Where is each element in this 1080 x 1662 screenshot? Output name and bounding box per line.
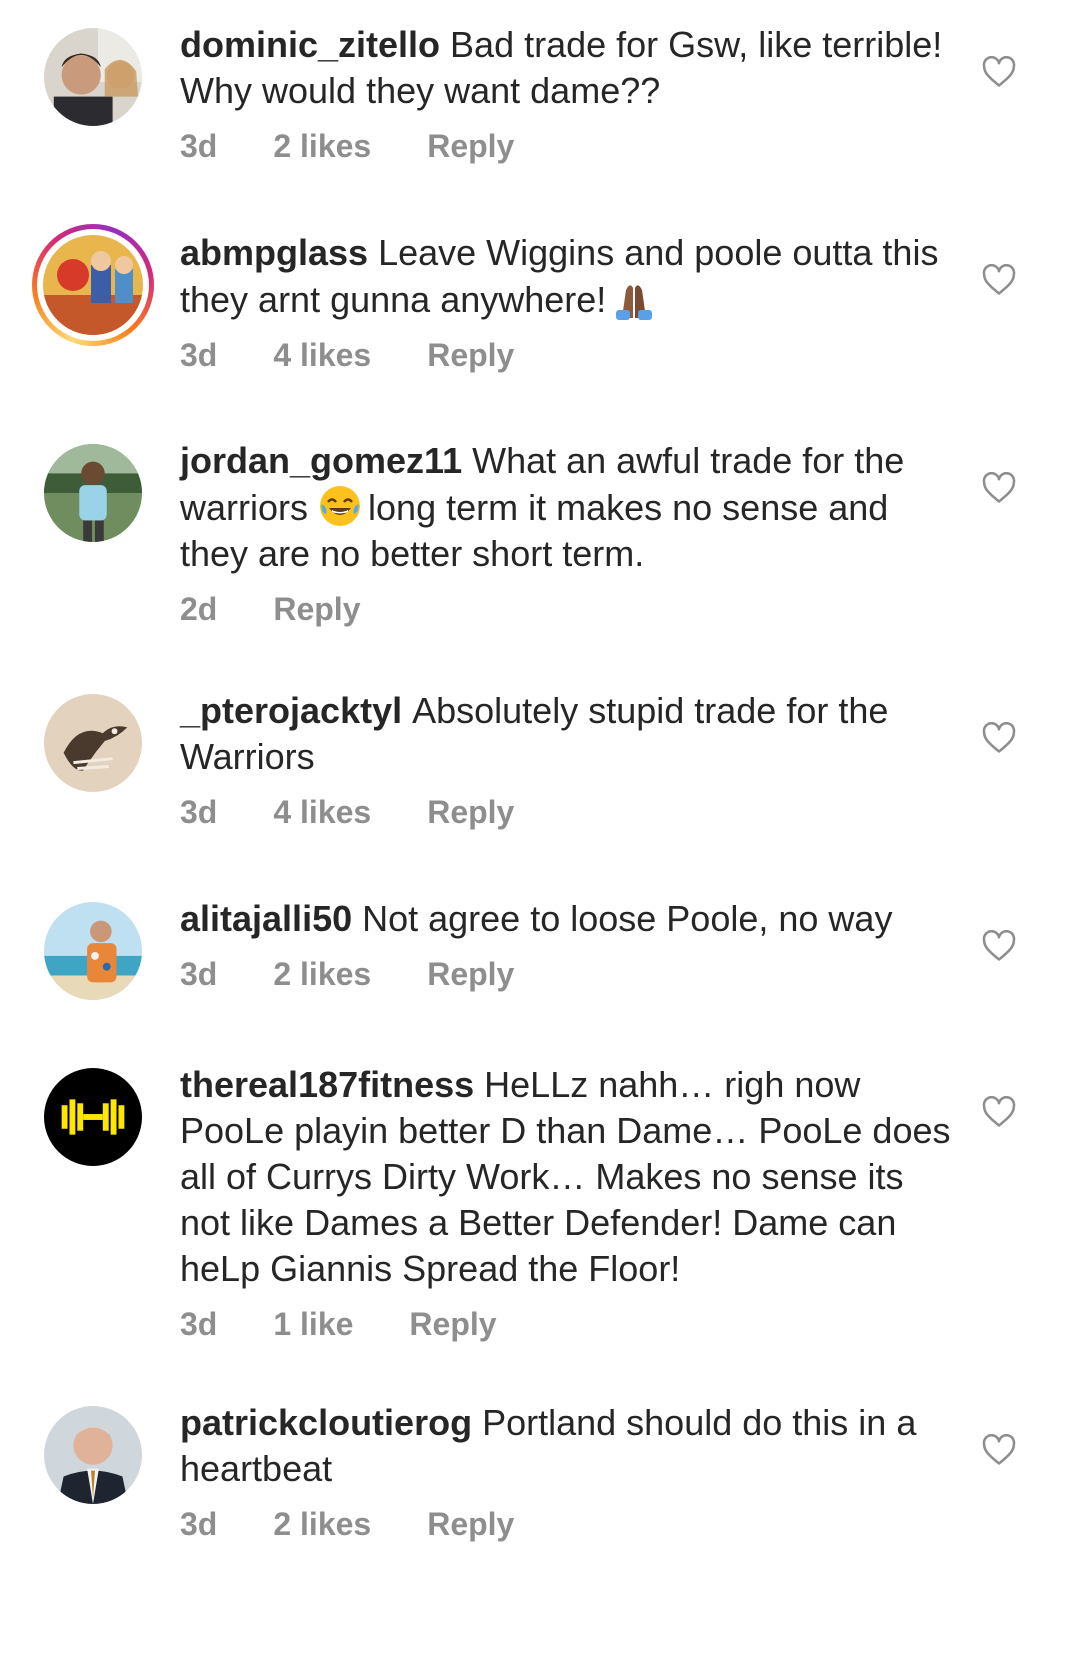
comment-username[interactable]: dominic_zitello (180, 24, 440, 65)
comment-meta: 3d 4 likes Reply (180, 794, 960, 831)
comment-text: alitajalli50 Not agree to loose Poole, no… (180, 896, 960, 942)
comment-username[interactable]: jordan_gomez11 (180, 440, 462, 481)
heart-outline-icon[interactable] (982, 55, 1016, 88)
comment-time: 3d (180, 1306, 218, 1342)
heart-outline-icon[interactable] (982, 1433, 1016, 1466)
comment-meta: 3d 1 like Reply (180, 1306, 960, 1343)
comment-username[interactable]: _pterojacktyl (180, 690, 402, 731)
reply-button[interactable]: Reply (427, 128, 514, 165)
comment-text: patrickcloutierog Portland should do this… (180, 1400, 960, 1492)
avatar[interactable] (44, 444, 142, 542)
comment-body: jordan_gomez11 What an awful trade for th… (180, 438, 960, 628)
comment-body: abmpglass Leave Wiggins and poole outta t… (180, 230, 960, 374)
comment-time: 3d (180, 337, 218, 373)
reply-button[interactable]: Reply (273, 591, 360, 628)
comment-time: 3d (180, 128, 218, 164)
avatar[interactable] (44, 1406, 142, 1504)
comment-likes[interactable]: 4 likes (273, 794, 371, 831)
comment-text: jordan_gomez11 What an awful trade for th… (180, 438, 960, 577)
comment-time: 3d (180, 794, 218, 830)
comment-likes[interactable]: 1 like (273, 1306, 353, 1343)
heart-outline-icon[interactable] (982, 1095, 1016, 1128)
comment-meta: 3d 2 likes Reply (180, 956, 960, 993)
comment-list: dominic_zitello Bad trade for Gsw, like t… (0, 0, 1080, 1662)
comment-text: dominic_zitello Bad trade for Gsw, like t… (180, 22, 960, 114)
reply-button[interactable]: Reply (427, 794, 514, 831)
comment-meta: 3d 2 likes Reply (180, 128, 960, 165)
comment-time: 3d (180, 956, 218, 992)
heart-outline-icon[interactable] (982, 471, 1016, 504)
comment-likes[interactable]: 2 likes (273, 1506, 371, 1543)
comment-body: dominic_zitello Bad trade for Gsw, like t… (180, 22, 960, 165)
avatar-story-ring[interactable] (32, 224, 154, 346)
tears-of-joy-emoji (318, 484, 362, 528)
avatar[interactable] (44, 28, 142, 126)
avatar[interactable] (44, 902, 142, 1000)
comment-username[interactable]: alitajalli50 (180, 898, 352, 939)
comment-body: patrickcloutierog Portland should do this… (180, 1400, 960, 1543)
reply-button[interactable]: Reply (409, 1306, 496, 1343)
heart-outline-icon[interactable] (982, 721, 1016, 754)
reply-button[interactable]: Reply (427, 1506, 514, 1543)
comment-body: thereal187fitness HeLLz nahh… righ now Po… (180, 1062, 960, 1343)
comment-likes[interactable]: 2 likes (273, 956, 371, 993)
avatar[interactable] (44, 1068, 142, 1166)
comment-likes[interactable]: 4 likes (273, 337, 371, 374)
comment-text: thereal187fitness HeLLz nahh… righ now Po… (180, 1062, 960, 1292)
comment-time: 2d (180, 591, 218, 627)
reply-button[interactable]: Reply (427, 337, 514, 374)
reply-button[interactable]: Reply (427, 956, 514, 993)
comment-username[interactable]: patrickcloutierog (180, 1402, 472, 1443)
comment-content: Not agree to loose Poole, no way (362, 898, 893, 939)
comment-meta: 3d 2 likes Reply (180, 1506, 960, 1543)
comment-username[interactable]: thereal187fitness (180, 1064, 474, 1105)
heart-outline-icon[interactable] (982, 929, 1016, 962)
comment-text: _pterojacktyl Absolutely stupid trade for… (180, 688, 960, 780)
heart-outline-icon[interactable] (982, 263, 1016, 296)
folded-hands-emoji (612, 276, 656, 320)
comment-likes[interactable]: 2 likes (273, 128, 371, 165)
avatar[interactable] (44, 694, 142, 792)
comment-body: _pterojacktyl Absolutely stupid trade for… (180, 688, 960, 831)
comment-time: 3d (180, 1506, 218, 1542)
comment-text: abmpglass Leave Wiggins and poole outta t… (180, 230, 960, 323)
comment-meta: 2d Reply (180, 591, 960, 628)
comment-meta: 3d 4 likes Reply (180, 337, 960, 374)
comment-username[interactable]: abmpglass (180, 232, 368, 273)
comment-body: alitajalli50 Not agree to loose Poole, no… (180, 896, 960, 993)
